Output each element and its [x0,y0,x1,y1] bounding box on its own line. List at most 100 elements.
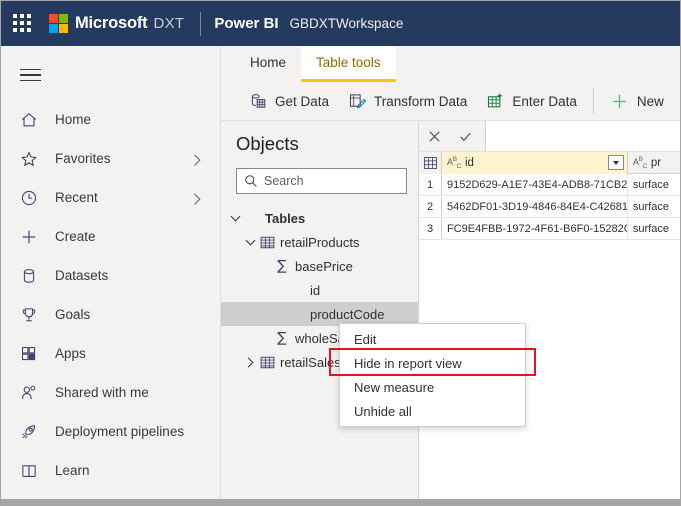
table-grid-icon[interactable] [419,152,442,174]
tree-item-tables[interactable]: Tables [221,206,418,230]
formula-input[interactable] [486,121,680,151]
cell-pr[interactable]: surface [628,174,680,195]
table-row[interactable]: 2 5462DF01-3D19-4846-84E4-C42681... surfac… [419,196,680,218]
nav-item-list: Home Favorites Recent Create Datasets Goals Ap… [1,100,220,490]
cell-id[interactable]: 9152D629-A1E7-43E4-ADB8-71CB2... [442,174,628,195]
sidebar-item-goals[interactable]: Goals [1,295,220,334]
close-x-icon[interactable] [419,121,450,151]
hamburger-icon[interactable] [12,56,50,94]
cell-pr[interactable]: surface [628,196,680,217]
objects-pane: Objects Tables retailProducts ∑ basePrice id… [221,121,419,501]
plus-icon [16,224,42,250]
column-header-label: id [465,157,474,169]
sidebar-item-apps[interactable]: Apps [1,334,220,373]
cell-id[interactable]: 5462DF01-3D19-4846-84E4-C42681... [442,196,628,217]
checkmark-icon[interactable] [450,121,481,151]
column-header-pr[interactable]: ABC pr [628,152,680,174]
table-row[interactable]: 1 9152D629-A1E7-43E4-ADB8-71CB2... surface [419,174,680,196]
table-row[interactable]: 3 FC9E4FBB-1972-4F61-B6F0-15282C2... surfa… [419,218,680,240]
enter-data-icon [485,91,505,111]
search-icon [244,174,258,188]
chevron-down-icon[interactable] [242,234,258,250]
abc-text-icon: ABC [447,156,462,170]
transform-data-icon [347,91,367,111]
get-data-icon [248,91,268,111]
formula-bar [419,121,680,152]
row-number: 1 [419,174,442,195]
command-enter-data[interactable]: Enter Data [476,86,586,116]
column-header-id[interactable]: ABC id [442,152,628,174]
chevron-right-icon[interactable] [189,193,201,205]
product-name[interactable]: Power BI [214,15,278,32]
data-grid-area: ABC id ABC pr 1 9152D629-A1E7-43E4-ADB8-7… [419,121,680,501]
grid-row-container: 1 9152D629-A1E7-43E4-ADB8-71CB2... surface… [419,174,680,240]
command-label: Enter Data [512,93,577,109]
sidebar-item-label: Home [55,112,92,127]
column-filter-dropdown-icon[interactable] [607,155,624,170]
home-icon [16,107,42,133]
sidebar-item-recent[interactable]: Recent [1,178,220,217]
menu-item-unhide-all[interactable]: Unhide all [340,399,525,423]
tree-icon-none [288,282,306,298]
tree-item-label: Tables [265,210,306,226]
search-input[interactable] [264,170,404,192]
grid-header-row: ABC id ABC pr [419,152,680,174]
trophy-icon [16,302,42,328]
brand-name: Microsoft [75,14,148,32]
sidebar-item-deployment-pipelines[interactable]: Deployment pipelines [1,412,220,451]
tab-home[interactable]: Home [235,46,301,79]
header-divider [200,11,202,36]
chevron-down-icon[interactable] [227,210,243,226]
tree-item-id[interactable]: id [221,278,418,302]
sidebar-item-favorites[interactable]: Favorites [1,139,220,178]
sidebar-item-label: Create [55,229,96,244]
apps-grid-icon [16,341,42,367]
menu-item-edit[interactable]: Edit [340,327,525,351]
command-transform-data[interactable]: Transform Data [338,86,476,116]
command-label: New [636,93,664,109]
cell-id[interactable]: FC9E4FBB-1972-4F61-B6F0-15282C2... [442,218,628,239]
tab-table-tools[interactable]: Table tools [301,46,396,82]
waffle-grid-icon[interactable] [13,13,33,34]
workspace-name[interactable]: GBDXTWorkspace [290,16,404,31]
row-number: 3 [419,218,442,239]
chevron-right-icon[interactable] [189,154,201,166]
sidebar-item-create[interactable]: Create [1,217,220,256]
book-icon [16,458,42,484]
search-box[interactable] [236,168,407,194]
star-icon [16,146,42,172]
sidebar-item-label: Apps [55,346,86,361]
sigma-measure-icon: ∑ [277,258,287,274]
sidebar-item-label: Recent [55,190,98,205]
command-get-data[interactable]: Get Data [239,86,338,116]
sidebar-item-label: Learn [55,463,90,478]
cell-pr[interactable]: surface [628,218,680,239]
sidebar-item-label: Favorites [55,151,111,166]
sidebar-item-datasets[interactable]: Datasets [1,256,220,295]
sidebar-item-shared-with-me[interactable]: Shared with me [1,373,220,412]
menu-item-hide-in-report-view[interactable]: Hide in report view [340,351,525,375]
bottom-strip [1,499,680,505]
abc-text-icon: ABC [632,156,648,170]
sidebar-item-learn[interactable]: Learn [1,451,220,490]
sidebar-item-home[interactable]: Home [1,100,220,139]
tree-item-baseprice[interactable]: ∑ basePrice [221,254,418,278]
sidebar-item-label: Goals [55,307,91,322]
sidebar-item-label: Shared with me [55,385,149,400]
sigma-measure-icon: ∑ [277,330,287,346]
tree-item-label: productCode [310,306,385,322]
column-header-label: pr [650,157,662,169]
chevron-right-icon[interactable] [242,354,258,370]
tree-item-retailproducts[interactable]: retailProducts [221,230,418,254]
ribbon-tab-row: Home Table tools [221,46,680,82]
command-new[interactable]: New [601,86,673,116]
tree-icon-none [243,210,261,226]
command-label: Transform Data [374,93,468,109]
table-icon [258,354,276,370]
sidebar-item-label: Datasets [55,268,109,283]
menu-item-new-measure[interactable]: New measure [340,375,525,399]
top-header-bar: Microsoft DXT Power BI GBDXTWorkspace [1,1,680,46]
